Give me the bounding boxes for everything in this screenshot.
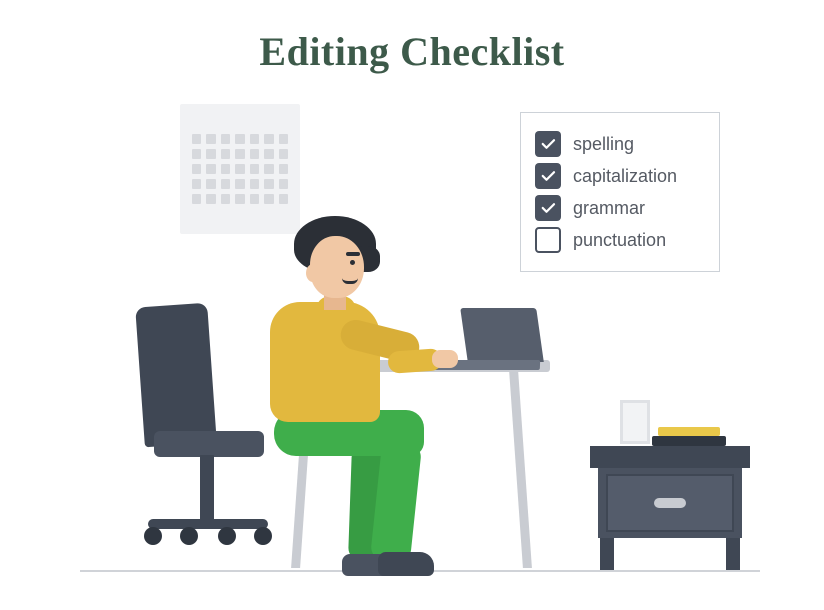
person-illustration	[200, 210, 440, 570]
page-title: Editing Checklist	[0, 28, 824, 75]
books-icon	[652, 428, 726, 446]
picture-frame-icon	[620, 400, 650, 444]
illustration-scene	[70, 90, 770, 590]
side-table	[590, 420, 750, 570]
